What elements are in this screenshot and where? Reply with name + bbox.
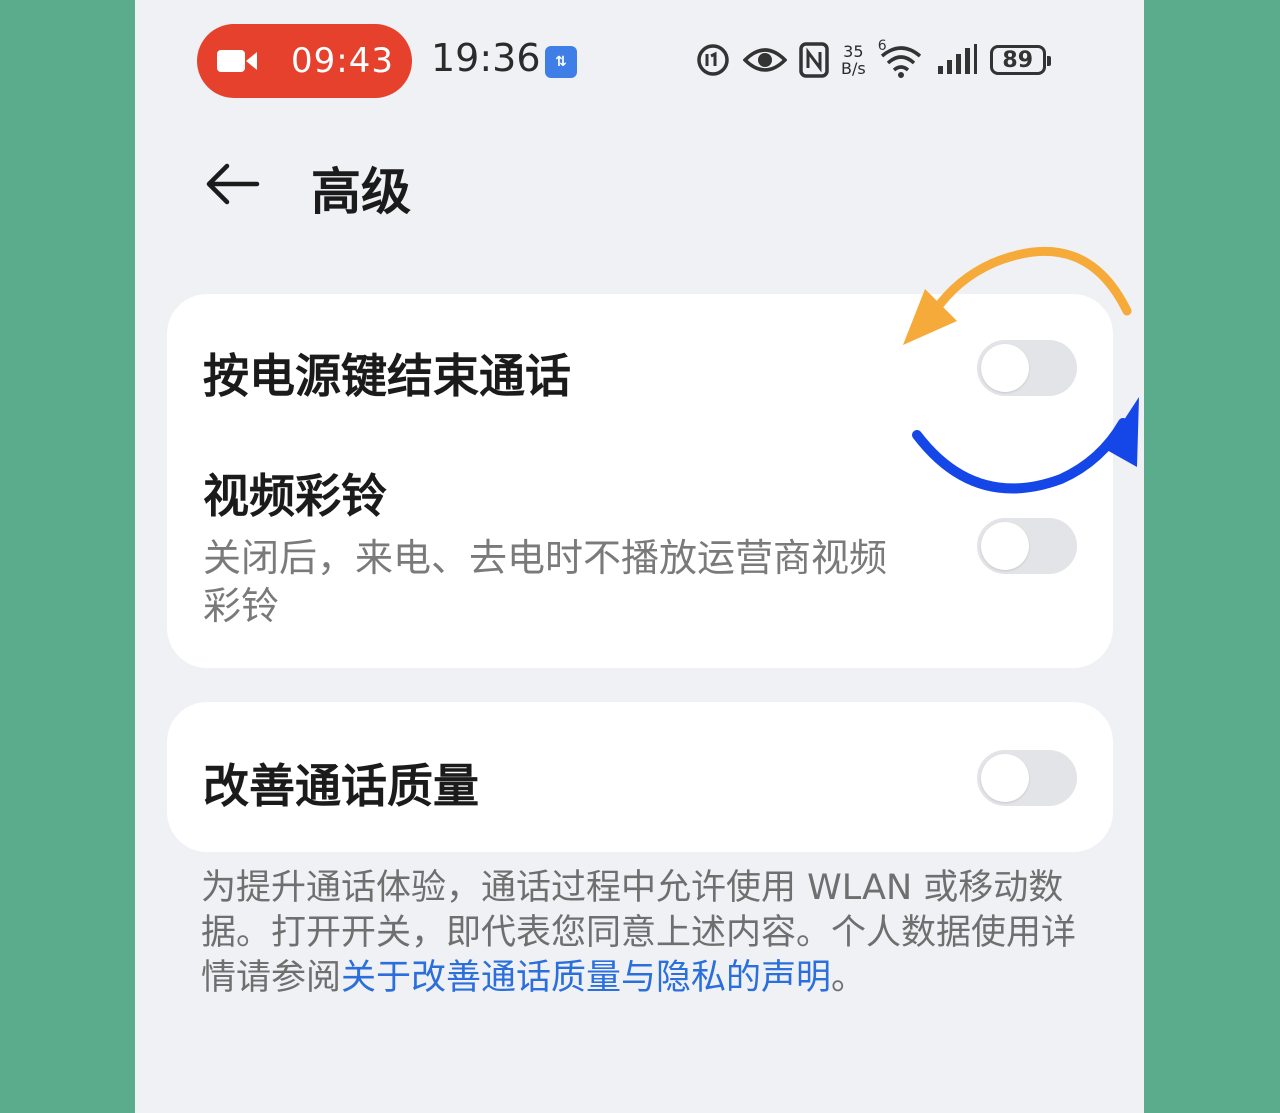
video-ringtone-description: 关闭后，来电、去电时不播放运营商视频彩铃 [203, 536, 888, 628]
improve-call-quality-toggle[interactable] [977, 750, 1077, 806]
wifi-6-label: 6 [877, 38, 887, 54]
screen-recording-indicator[interactable]: 09:43 [197, 24, 412, 98]
recording-timer: 09:43 [291, 41, 394, 81]
toggle-knob [981, 344, 1029, 392]
status-clock: 19:36 [431, 36, 541, 80]
battery-icon: 89 [989, 45, 1051, 75]
toggle-knob [981, 754, 1029, 802]
back-arrow-icon[interactable] [201, 152, 265, 216]
video-ringtone-toggle[interactable] [977, 518, 1077, 574]
call-settings-card: 按电源键结束通话 视频彩铃 关闭后，来电、去电时不播放运营商视频彩铃 [167, 294, 1113, 668]
data-transfer-icon: ⇅ [545, 46, 577, 78]
call-quality-footnote: 为提升通话体验，通话过程中允许使用 WLAN 或移动数据。打开开关，即代表您同意… [201, 866, 1081, 1001]
network-speed: 35 B/s [841, 43, 866, 77]
nfc-icon [799, 42, 829, 78]
network-speed-unit: B/s [841, 59, 866, 78]
wifi-icon: 6 [878, 38, 924, 78]
signal-icon [936, 42, 978, 78]
video-ringtone-label: 视频彩铃 [203, 469, 387, 523]
phone-screen: 09:43 19:36 ⇅ 35 B/s 6 89 高级 按电源键结束通话 视频… [135, 0, 1144, 1113]
page-title: 高级 [311, 163, 411, 221]
status-icons: 35 B/s 6 89 [695, 36, 1058, 84]
toggle-knob [981, 522, 1029, 570]
power-end-call-toggle[interactable] [977, 340, 1077, 396]
improve-call-quality-label: 改善通话质量 [203, 759, 479, 813]
network-speed-value: 35 [843, 42, 864, 61]
power-end-call-label: 按电源键结束通话 [203, 349, 571, 403]
privacy-statement-link[interactable]: 关于改善通话质量与隐私的声明 [341, 958, 831, 998]
eye-comfort-icon [743, 42, 787, 78]
video-camera-icon [217, 50, 257, 72]
hd-call-icon [695, 42, 731, 78]
footnote-end: 。 [831, 958, 867, 998]
call-quality-card: 改善通话质量 [167, 702, 1113, 852]
